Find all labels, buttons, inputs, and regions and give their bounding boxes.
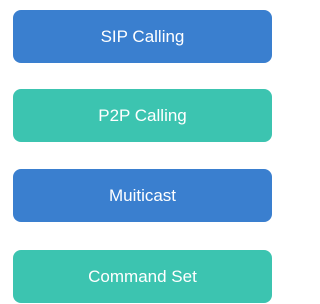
p2p-calling-button[interactable]: P2P Calling — [13, 89, 272, 142]
multicast-button[interactable]: Muiticast — [13, 169, 272, 222]
p2p-calling-label: P2P Calling — [98, 105, 187, 125]
command-set-label: Command Set — [88, 266, 197, 286]
multicast-label: Muiticast — [108, 185, 177, 205]
command-set-button[interactable]: Command Set — [13, 250, 272, 303]
sip-calling-label: SIP Calling — [100, 26, 185, 46]
sip-calling-button[interactable]: SIP Calling — [13, 10, 272, 63]
call-feature-menu: SIP Calling P2P Calling Muiticast Comman… — [0, 0, 272, 304]
